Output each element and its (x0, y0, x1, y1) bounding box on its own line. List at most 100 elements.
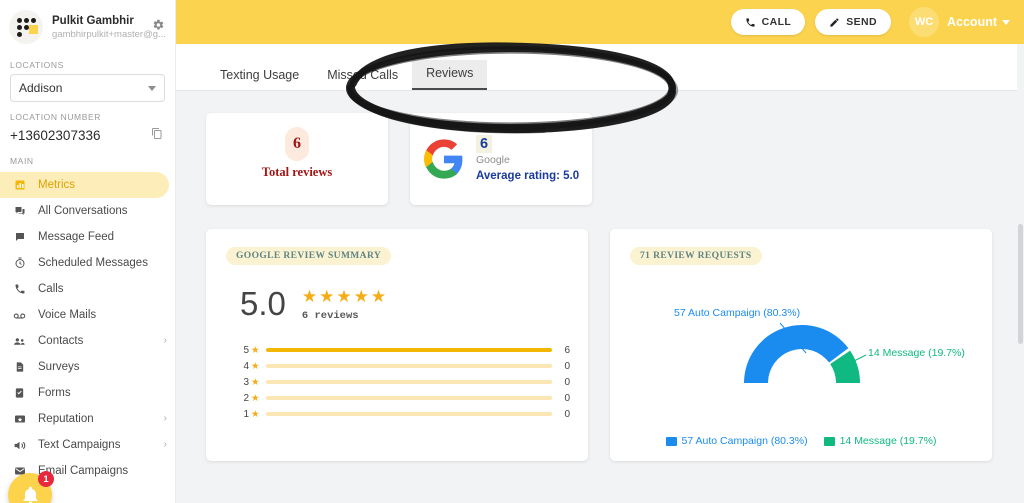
profile-name: Pulkit Gambhir (52, 14, 134, 27)
legend-label: 57 Auto Campaign (80.3%) (681, 435, 808, 447)
chevron-down-icon (148, 85, 156, 91)
metrics-icon (12, 179, 27, 191)
rating-bar-track (265, 380, 552, 384)
chevron-down-icon (1002, 19, 1010, 25)
top-header-bar: CALL SEND WC Account (176, 0, 1024, 44)
account-menu[interactable]: Account (947, 15, 1010, 29)
rating-bar-value: 0 (564, 376, 570, 388)
review-requests-chart: 57 Auto Campaign (80.3%) 14 Message (19.… (630, 279, 974, 411)
forms-icon (12, 387, 27, 399)
tab-bar: Texting Usage Missed Calls Reviews (176, 44, 1024, 91)
account-menu-label: Account (947, 15, 997, 29)
sidebar-item-label: Surveys (38, 361, 80, 373)
sidebar: Pulkit Gambhir gambhirpulkit+master@g...… (0, 0, 176, 503)
rating-bar-track (265, 412, 552, 416)
sidebar-item-metrics[interactable]: Metrics (0, 172, 169, 198)
star-icon: ★ (251, 376, 260, 388)
voicemail-icon (12, 309, 27, 322)
star-icon: ★ (251, 408, 260, 420)
reputation-icon (12, 413, 27, 425)
summary-stars: ★★★★★ (301, 287, 389, 306)
app-logo-icon (9, 10, 43, 44)
google-review-count: 6 (476, 134, 493, 153)
star-icon: ★ (251, 360, 260, 372)
avatar[interactable]: WC (909, 7, 939, 37)
phone-icon (746, 17, 755, 27)
legend-swatch-blue (665, 436, 677, 446)
rating-bar-value: 0 (564, 360, 570, 372)
sidebar-item-reputation[interactable]: Reputation › (0, 406, 175, 432)
phone-icon (12, 283, 27, 295)
donut-label-message: 14 Message (19.7%) (868, 347, 965, 359)
sidebar-item-calls[interactable]: Calls (0, 276, 175, 302)
google-review-summary-card: GOOGLE REVIEW SUMMARY 5.0 ★★★★★ 6 review… (206, 229, 588, 461)
survey-icon (12, 361, 27, 373)
location-select[interactable]: Addison (10, 74, 165, 102)
call-button[interactable]: CALL (730, 9, 806, 35)
notification-count-badge: 1 (38, 471, 54, 487)
scrollbar-thumb[interactable] (1018, 224, 1023, 344)
sidebar-item-voice-mails[interactable]: Voice Mails (0, 302, 175, 328)
sidebar-item-label: Contacts (38, 335, 84, 347)
sidebar-item-label: All Conversations (38, 205, 128, 217)
detail-cards-row: GOOGLE REVIEW SUMMARY 5.0 ★★★★★ 6 review… (206, 229, 998, 461)
legend-swatch-green (823, 436, 835, 446)
megaphone-icon (12, 439, 27, 452)
app-root: Pulkit Gambhir gambhirpulkit+master@g...… (0, 0, 1024, 503)
sidebar-item-all-conversations[interactable]: All Conversations (0, 198, 175, 224)
sidebar-item-contacts[interactable]: Contacts › (0, 328, 175, 354)
location-select-value: Addison (19, 81, 63, 95)
legend-item-auto-campaign[interactable]: 57 Auto Campaign (80.3%) (665, 435, 808, 447)
contacts-icon (12, 335, 27, 348)
tab-missed-calls[interactable]: Missed Calls (313, 62, 412, 90)
sidebar-item-forms[interactable]: Forms (0, 380, 175, 406)
sidebar-item-label: Forms (38, 387, 71, 399)
notifications-button[interactable]: 1 (8, 471, 54, 503)
google-rating-card: 6 Google Average rating: 5.0 (410, 113, 592, 205)
tab-texting-usage[interactable]: Texting Usage (206, 62, 313, 90)
sidebar-item-label: Reputation (38, 413, 94, 425)
gear-icon[interactable] (151, 18, 165, 32)
sidebar-item-label: Metrics (38, 179, 76, 191)
locations-label: LOCATIONS (10, 60, 64, 70)
chevron-right-icon: › (163, 413, 167, 424)
profile-email: gambhirpulkit+master@g... (52, 28, 166, 40)
rating-bar-row: 2 ★ 0 (238, 390, 570, 406)
call-button-label: CALL (761, 16, 792, 28)
page-scrollbar[interactable] (1017, 44, 1024, 503)
rating-bar-row: 5 ★ 6 (238, 342, 570, 358)
summary-tag: GOOGLE REVIEW SUMMARY (226, 247, 392, 265)
tab-reviews[interactable]: Reviews (412, 60, 488, 90)
reviews-content: 6 Total reviews 6 Google Average rating:… (176, 91, 1024, 503)
donut-legend: 57 Auto Campaign (80.3%) 14 Message (19.… (610, 435, 992, 447)
send-button[interactable]: SEND (815, 9, 891, 35)
bell-icon (22, 486, 38, 503)
requests-tag: 71 REVIEW REQUESTS (630, 247, 762, 265)
rating-bar-track (265, 396, 552, 400)
legend-item-message[interactable]: 14 Message (19.7%) (823, 435, 936, 447)
sidebar-item-label: Scheduled Messages (38, 257, 148, 269)
google-source-label: Google (476, 153, 510, 166)
total-reviews-value: 6 (285, 127, 309, 161)
sidebar-item-text-campaigns[interactable]: Text Campaigns › (0, 432, 175, 458)
copy-icon[interactable] (151, 127, 163, 140)
send-button-label: SEND (846, 16, 877, 28)
sidebar-item-scheduled-messages[interactable]: Scheduled Messages (0, 250, 175, 276)
total-reviews-card: 6 Total reviews (206, 113, 388, 205)
star-icon: ★ (251, 344, 260, 356)
rating-bar-value: 0 (564, 392, 570, 404)
rating-bar-track (265, 364, 552, 368)
rating-bar-label: 2 (243, 392, 249, 404)
rating-bar-value: 0 (564, 408, 570, 420)
sidebar-item-label: Text Campaigns (38, 439, 121, 451)
main-area: CALL SEND WC Account Texting Usage Misse… (176, 0, 1024, 503)
sidebar-item-message-feed[interactable]: Message Feed (0, 224, 175, 250)
location-number-row: +13602307336 (0, 126, 175, 146)
summary-cards-row: 6 Total reviews 6 Google Average rating:… (206, 113, 998, 205)
user-profile[interactable]: Pulkit Gambhir gambhirpulkit+master@g... (0, 0, 175, 50)
chevron-right-icon: › (163, 335, 167, 346)
location-number-label: LOCATION NUMBER (10, 112, 102, 122)
rating-bar-track (265, 348, 552, 352)
sidebar-item-surveys[interactable]: Surveys (0, 354, 175, 380)
donut-slice-auto-campaign (744, 325, 849, 383)
